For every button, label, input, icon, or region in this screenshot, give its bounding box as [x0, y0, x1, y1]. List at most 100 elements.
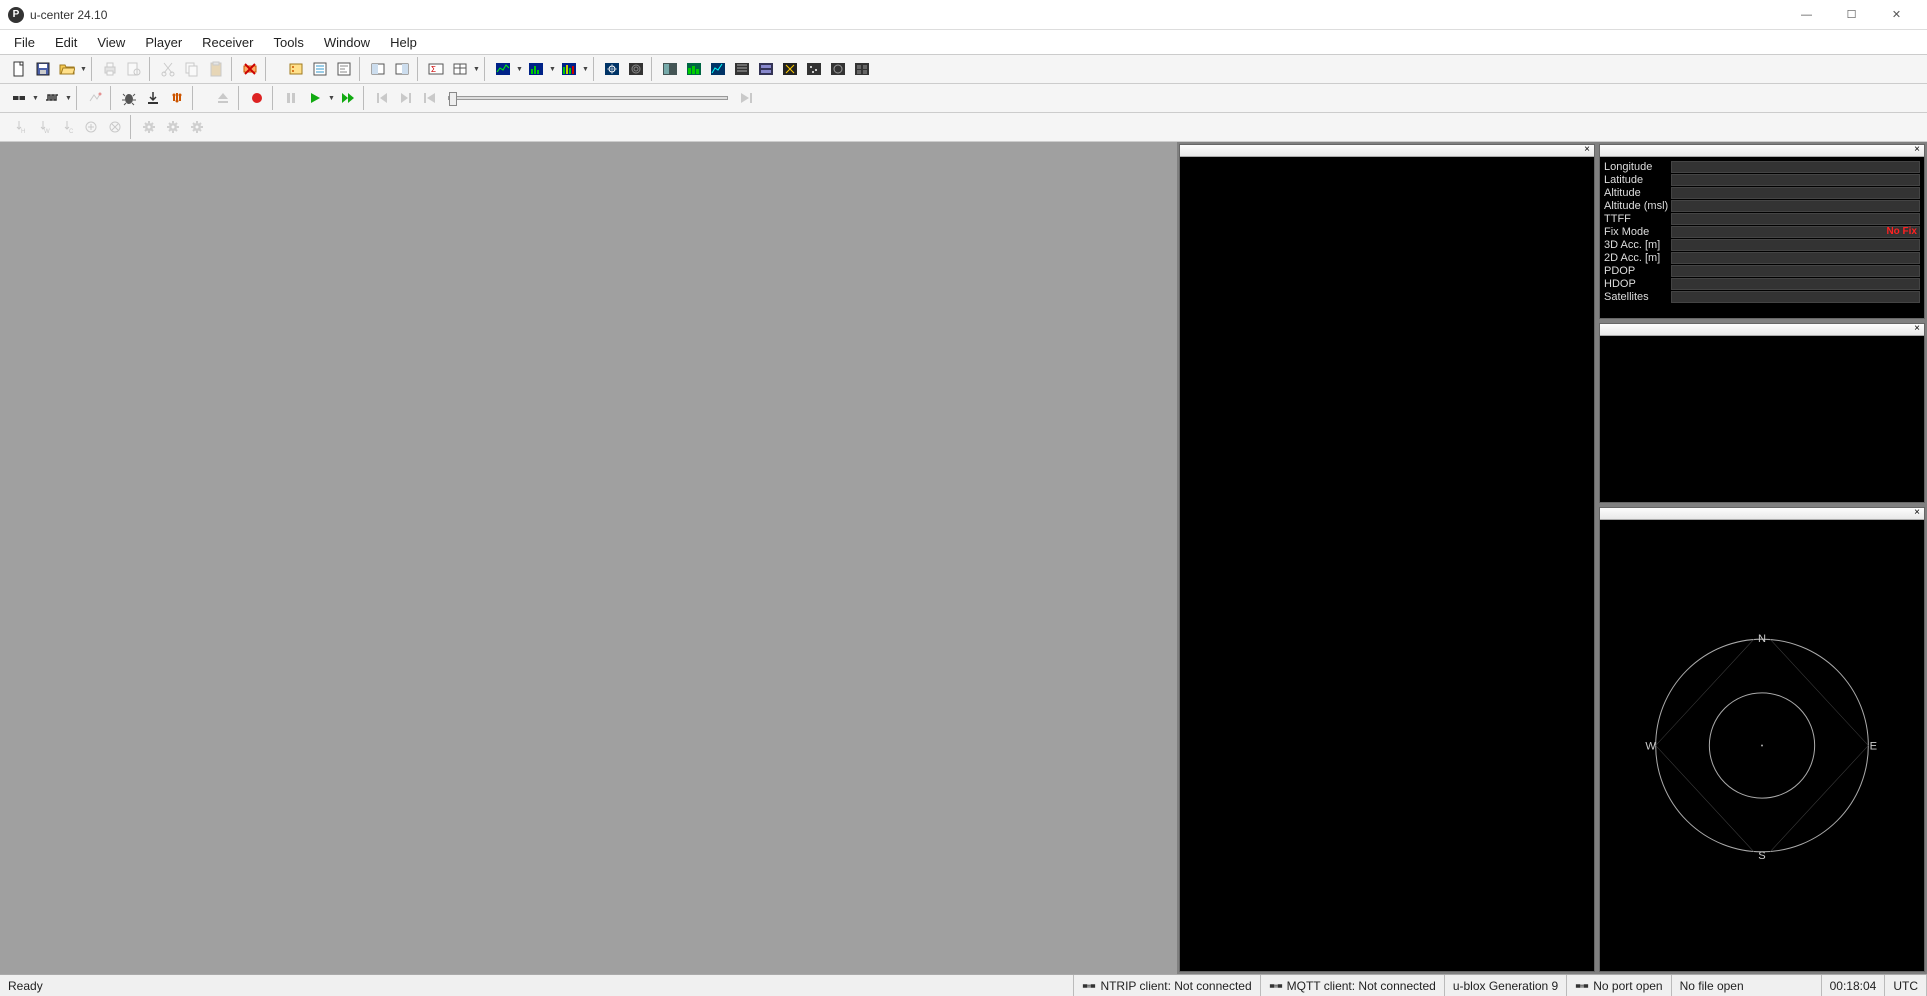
- menu-player[interactable]: Player: [135, 32, 192, 53]
- bars-view-button[interactable]: [558, 58, 580, 80]
- new-file-button[interactable]: [8, 58, 30, 80]
- data-label: Altitude: [1604, 187, 1669, 199]
- pause-button[interactable]: [280, 87, 302, 109]
- bars-dropdown[interactable]: ▼: [581, 58, 590, 80]
- paste-button[interactable]: [205, 58, 227, 80]
- data-row: Longitude: [1604, 160, 1920, 173]
- menu-edit[interactable]: Edit: [45, 32, 87, 53]
- table-view-button[interactable]: [449, 58, 471, 80]
- chart-dropdown[interactable]: ▼: [515, 58, 524, 80]
- menu-help[interactable]: Help: [380, 32, 427, 53]
- sky-view-button[interactable]: [625, 58, 647, 80]
- config-view-button[interactable]: [309, 58, 331, 80]
- assist-2-button[interactable]: [104, 116, 126, 138]
- goto-end-button[interactable]: [735, 87, 757, 109]
- close-icon[interactable]: ×: [1912, 509, 1922, 519]
- data-row: Fix Mode No Fix: [1604, 225, 1920, 238]
- data-label: HDOP: [1604, 278, 1669, 290]
- warmstart-button[interactable]: W: [32, 116, 54, 138]
- svg-text:Σ: Σ: [431, 65, 436, 74]
- open-button[interactable]: [56, 58, 78, 80]
- step-forward-button[interactable]: [395, 87, 417, 109]
- deviation-map-panel: ×: [1179, 144, 1595, 972]
- data-label: Fix Mode: [1604, 226, 1669, 238]
- debug-button[interactable]: [118, 87, 140, 109]
- svg-text:W: W: [1645, 741, 1656, 753]
- close-button[interactable]: ✕: [1874, 1, 1919, 29]
- menu-file[interactable]: File: [4, 32, 45, 53]
- packet-console-button[interactable]: [367, 58, 389, 80]
- gear-3-button[interactable]: [186, 116, 208, 138]
- playback-slider[interactable]: [448, 96, 728, 100]
- minimize-button[interactable]: —: [1784, 1, 1829, 29]
- gear-1-button[interactable]: [138, 116, 160, 138]
- fx-button[interactable]: Σ: [425, 58, 447, 80]
- data-value: No Fix: [1886, 226, 1917, 237]
- cut-button[interactable]: [157, 58, 179, 80]
- window-title: u-center 24.10: [30, 8, 107, 22]
- docking-6-button[interactable]: [779, 58, 801, 80]
- eject-button[interactable]: [212, 87, 234, 109]
- print-button[interactable]: [99, 58, 121, 80]
- docking-7-button[interactable]: [803, 58, 825, 80]
- fast-forward-button[interactable]: [337, 87, 359, 109]
- maximize-button[interactable]: ☐: [1829, 1, 1874, 29]
- menu-receiver[interactable]: Receiver: [192, 32, 263, 53]
- binary-console-button[interactable]: [391, 58, 413, 80]
- upload-config-button[interactable]: [166, 87, 188, 109]
- menu-tools[interactable]: Tools: [263, 32, 313, 53]
- copy-button[interactable]: [181, 58, 203, 80]
- data-field: [1671, 239, 1920, 251]
- data-field: [1671, 213, 1920, 225]
- toolbar-3: H W C: [0, 113, 1927, 142]
- print-preview-button[interactable]: [123, 58, 145, 80]
- titlebar: P u-center 24.10 — ☐ ✕: [0, 0, 1927, 30]
- goto-start-button[interactable]: [419, 87, 441, 109]
- docking-1-button[interactable]: [659, 58, 681, 80]
- autobauding-button[interactable]: [84, 87, 106, 109]
- histogram-view-button[interactable]: [525, 58, 547, 80]
- data-row: TTFF: [1604, 212, 1920, 225]
- plug-icon: [1082, 980, 1096, 992]
- messages-view-button[interactable]: [285, 58, 307, 80]
- save-button[interactable]: [32, 58, 54, 80]
- docking-4-button[interactable]: [731, 58, 753, 80]
- data-field: [1671, 174, 1920, 186]
- menu-window[interactable]: Window: [314, 32, 380, 53]
- play-dropdown[interactable]: ▼: [327, 87, 336, 109]
- data-panel: × LongitudeLatitudeAltitudeAltitude (msl…: [1599, 144, 1925, 319]
- docking-2-button[interactable]: [683, 58, 705, 80]
- coldstart-button[interactable]: C: [56, 116, 78, 138]
- data-row: 3D Acc. [m]: [1604, 238, 1920, 251]
- baudrate-dropdown[interactable]: ▼: [64, 87, 73, 109]
- text-console-button[interactable]: [333, 58, 355, 80]
- docking-3-button[interactable]: [707, 58, 729, 80]
- menu-view[interactable]: View: [87, 32, 135, 53]
- table-dropdown[interactable]: ▼: [472, 58, 481, 80]
- step-back-button[interactable]: [371, 87, 393, 109]
- close-icon[interactable]: ×: [1582, 146, 1592, 156]
- disconnect-button[interactable]: [239, 58, 261, 80]
- histogram-dropdown[interactable]: ▼: [548, 58, 557, 80]
- docking-5-button[interactable]: [755, 58, 777, 80]
- map-view-button[interactable]: [601, 58, 623, 80]
- connect-dropdown[interactable]: ▼: [31, 87, 40, 109]
- hotstart-button[interactable]: H: [8, 116, 30, 138]
- open-dropdown[interactable]: ▼: [79, 58, 88, 80]
- toolbar-2: ▼ ▼ ▼: [0, 84, 1927, 113]
- gear-2-button[interactable]: [162, 116, 184, 138]
- assist-1-button[interactable]: [80, 116, 102, 138]
- chart-view-button[interactable]: [492, 58, 514, 80]
- baudrate-button[interactable]: [41, 87, 63, 109]
- docking-9-button[interactable]: [851, 58, 873, 80]
- download-button[interactable]: [142, 87, 164, 109]
- connect-button[interactable]: [8, 87, 30, 109]
- play-button[interactable]: [304, 87, 326, 109]
- docking-8-button[interactable]: [827, 58, 849, 80]
- close-icon[interactable]: ×: [1912, 325, 1922, 335]
- status-ntrip: NTRIP client: Not connected: [1074, 975, 1260, 996]
- data-label: Latitude: [1604, 174, 1669, 186]
- data-field: [1671, 291, 1920, 303]
- close-icon[interactable]: ×: [1912, 146, 1922, 156]
- record-button[interactable]: [246, 87, 268, 109]
